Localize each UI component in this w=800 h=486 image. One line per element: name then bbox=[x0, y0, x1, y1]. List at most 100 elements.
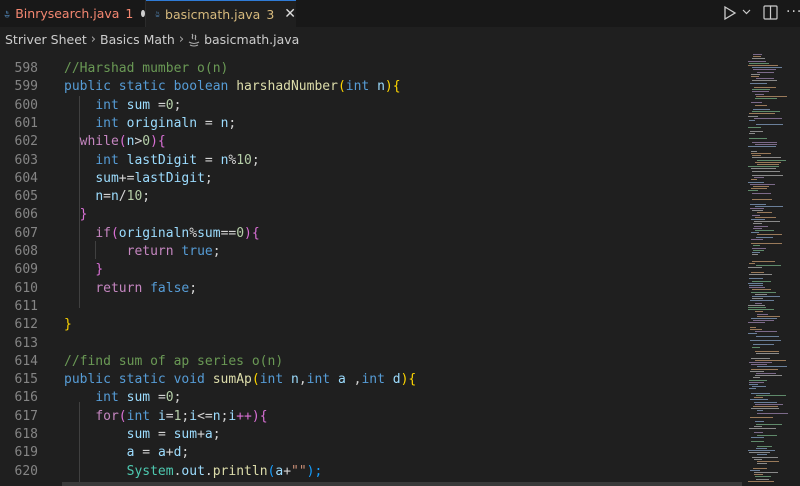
code-token: int bbox=[306, 372, 338, 388]
code-token: ; bbox=[173, 97, 182, 113]
code-token: <= bbox=[197, 408, 213, 424]
code-line[interactable]: sum+=lastDigit; bbox=[64, 170, 212, 188]
minimap-line bbox=[753, 223, 762, 225]
code-token: + bbox=[283, 463, 292, 479]
line-number: 612 bbox=[14, 317, 38, 333]
code-line[interactable]: for(int i=1;i<=n;i++){ bbox=[64, 408, 268, 426]
code-line[interactable]: n=n/10; bbox=[64, 188, 150, 206]
minimap-line bbox=[750, 203, 766, 205]
code-token: while bbox=[79, 134, 119, 150]
modified-dot-icon[interactable] bbox=[141, 10, 145, 17]
chevron-down-icon[interactable] bbox=[742, 9, 751, 15]
minimap-line bbox=[755, 144, 777, 146]
code-token: 0 bbox=[165, 390, 174, 406]
minimap-line bbox=[749, 120, 755, 121]
code-area[interactable]: //Harshad mumber o(n) public static boole… bbox=[64, 52, 744, 486]
code-token: public static void bbox=[64, 372, 213, 388]
minimap-line bbox=[755, 161, 781, 163]
minimap-line bbox=[754, 401, 777, 403]
code-line[interactable]: int originaln = n; bbox=[64, 115, 236, 133]
minimap-line bbox=[754, 117, 782, 119]
code-line[interactable]: } bbox=[64, 316, 72, 334]
minimap-line bbox=[752, 199, 772, 201]
line-number: 599 bbox=[14, 79, 38, 95]
minimap-line bbox=[753, 109, 770, 110]
minimap-line bbox=[757, 164, 779, 165]
minimap[interactable] bbox=[746, 52, 800, 486]
code-line[interactable]: sum = sum+a; bbox=[64, 426, 221, 444]
code-token: ){ bbox=[244, 225, 260, 241]
code-token: a bbox=[275, 463, 284, 479]
minimap-line bbox=[755, 403, 783, 405]
minimap-line bbox=[748, 146, 776, 148]
code-token: int bbox=[345, 79, 378, 95]
minimap-line bbox=[748, 65, 778, 66]
breadcrumb-item[interactable]: basicmath.java bbox=[204, 32, 299, 47]
code-token: ; bbox=[212, 244, 221, 259]
breadcrumb-item[interactable]: Basics Math bbox=[100, 32, 175, 47]
breadcrumb-item[interactable]: Striver Sheet bbox=[5, 32, 87, 47]
close-tab-icon[interactable]: ✕ bbox=[284, 6, 296, 22]
tab-binrysearch[interactable]: Binrysearch.java 1 bbox=[0, 0, 146, 27]
java-file-icon bbox=[4, 10, 10, 17]
minimap-line bbox=[752, 192, 771, 194]
code-line[interactable]: while(n>0){ bbox=[64, 133, 166, 151]
code-line[interactable]: a = a+d; bbox=[64, 444, 190, 462]
code-line[interactable]: if(originaln%sum==0){ bbox=[64, 225, 260, 243]
code-editor[interactable]: 597 598 599 600 601 602 603 604 605 606 607 608 609… bbox=[0, 52, 800, 486]
code-line[interactable]: return false; bbox=[64, 280, 197, 298]
code-token: ++){ bbox=[236, 408, 268, 424]
code-token: int bbox=[95, 97, 127, 113]
code-token: a bbox=[157, 445, 166, 461]
tab-basicmath[interactable]: basicmath.java 3 ✕ bbox=[146, 0, 296, 27]
code-line[interactable]: int sum =0; bbox=[64, 97, 181, 115]
code-token: a bbox=[337, 372, 354, 388]
minimap-line bbox=[751, 150, 757, 152]
minimap-line bbox=[755, 331, 777, 333]
chevron-right-icon: › bbox=[178, 32, 185, 47]
code-line[interactable]: int sum =0; bbox=[64, 389, 181, 407]
more-actions-icon[interactable]: ··· bbox=[786, 4, 800, 20]
code-token: ; bbox=[212, 427, 221, 442]
code-token: ){ bbox=[400, 372, 417, 388]
code-token: int bbox=[259, 372, 291, 388]
code-token: ; bbox=[251, 152, 260, 168]
minimap-line bbox=[755, 421, 764, 423]
code-token: == bbox=[220, 225, 237, 241]
minimap-line bbox=[751, 179, 757, 181]
line-number: 609 bbox=[14, 262, 38, 278]
code-token: sum bbox=[95, 170, 119, 186]
line-number: 615 bbox=[14, 372, 38, 388]
minimap-line bbox=[753, 320, 774, 322]
code-token: n bbox=[291, 372, 299, 388]
code-line[interactable]: } bbox=[64, 206, 88, 224]
minimap-line bbox=[753, 186, 769, 187]
minimap-line bbox=[756, 478, 769, 480]
code-line[interactable]: public static void sumAp(int n,int a ,in… bbox=[64, 371, 416, 389]
code-line[interactable]: System.out.println(a+""); bbox=[64, 463, 323, 481]
code-line[interactable]: int lastDigit = n%10; bbox=[64, 152, 260, 170]
code-line[interactable]: } bbox=[64, 261, 103, 279]
code-line[interactable]: public static boolean harshadNumber(int … bbox=[64, 78, 401, 96]
play-icon[interactable] bbox=[723, 5, 737, 21]
code-line[interactable]: return true; bbox=[64, 243, 221, 261]
code-line[interactable]: //Harshad mumber o(n) bbox=[64, 60, 228, 78]
code-token: ); bbox=[306, 463, 323, 479]
horizontal-scrollbar[interactable] bbox=[62, 482, 742, 486]
line-number: 606 bbox=[14, 207, 38, 223]
code-token: ( bbox=[110, 225, 119, 241]
minimap-line bbox=[757, 315, 780, 317]
minimap-line bbox=[749, 362, 772, 363]
minimap-line bbox=[756, 353, 779, 355]
minimap-line bbox=[756, 335, 779, 337]
code-token: println bbox=[212, 463, 268, 479]
code-token: int bbox=[126, 408, 158, 424]
code-line[interactable]: //find sum of ap series o(n) bbox=[64, 353, 283, 371]
split-editor-icon[interactable] bbox=[763, 5, 778, 20]
